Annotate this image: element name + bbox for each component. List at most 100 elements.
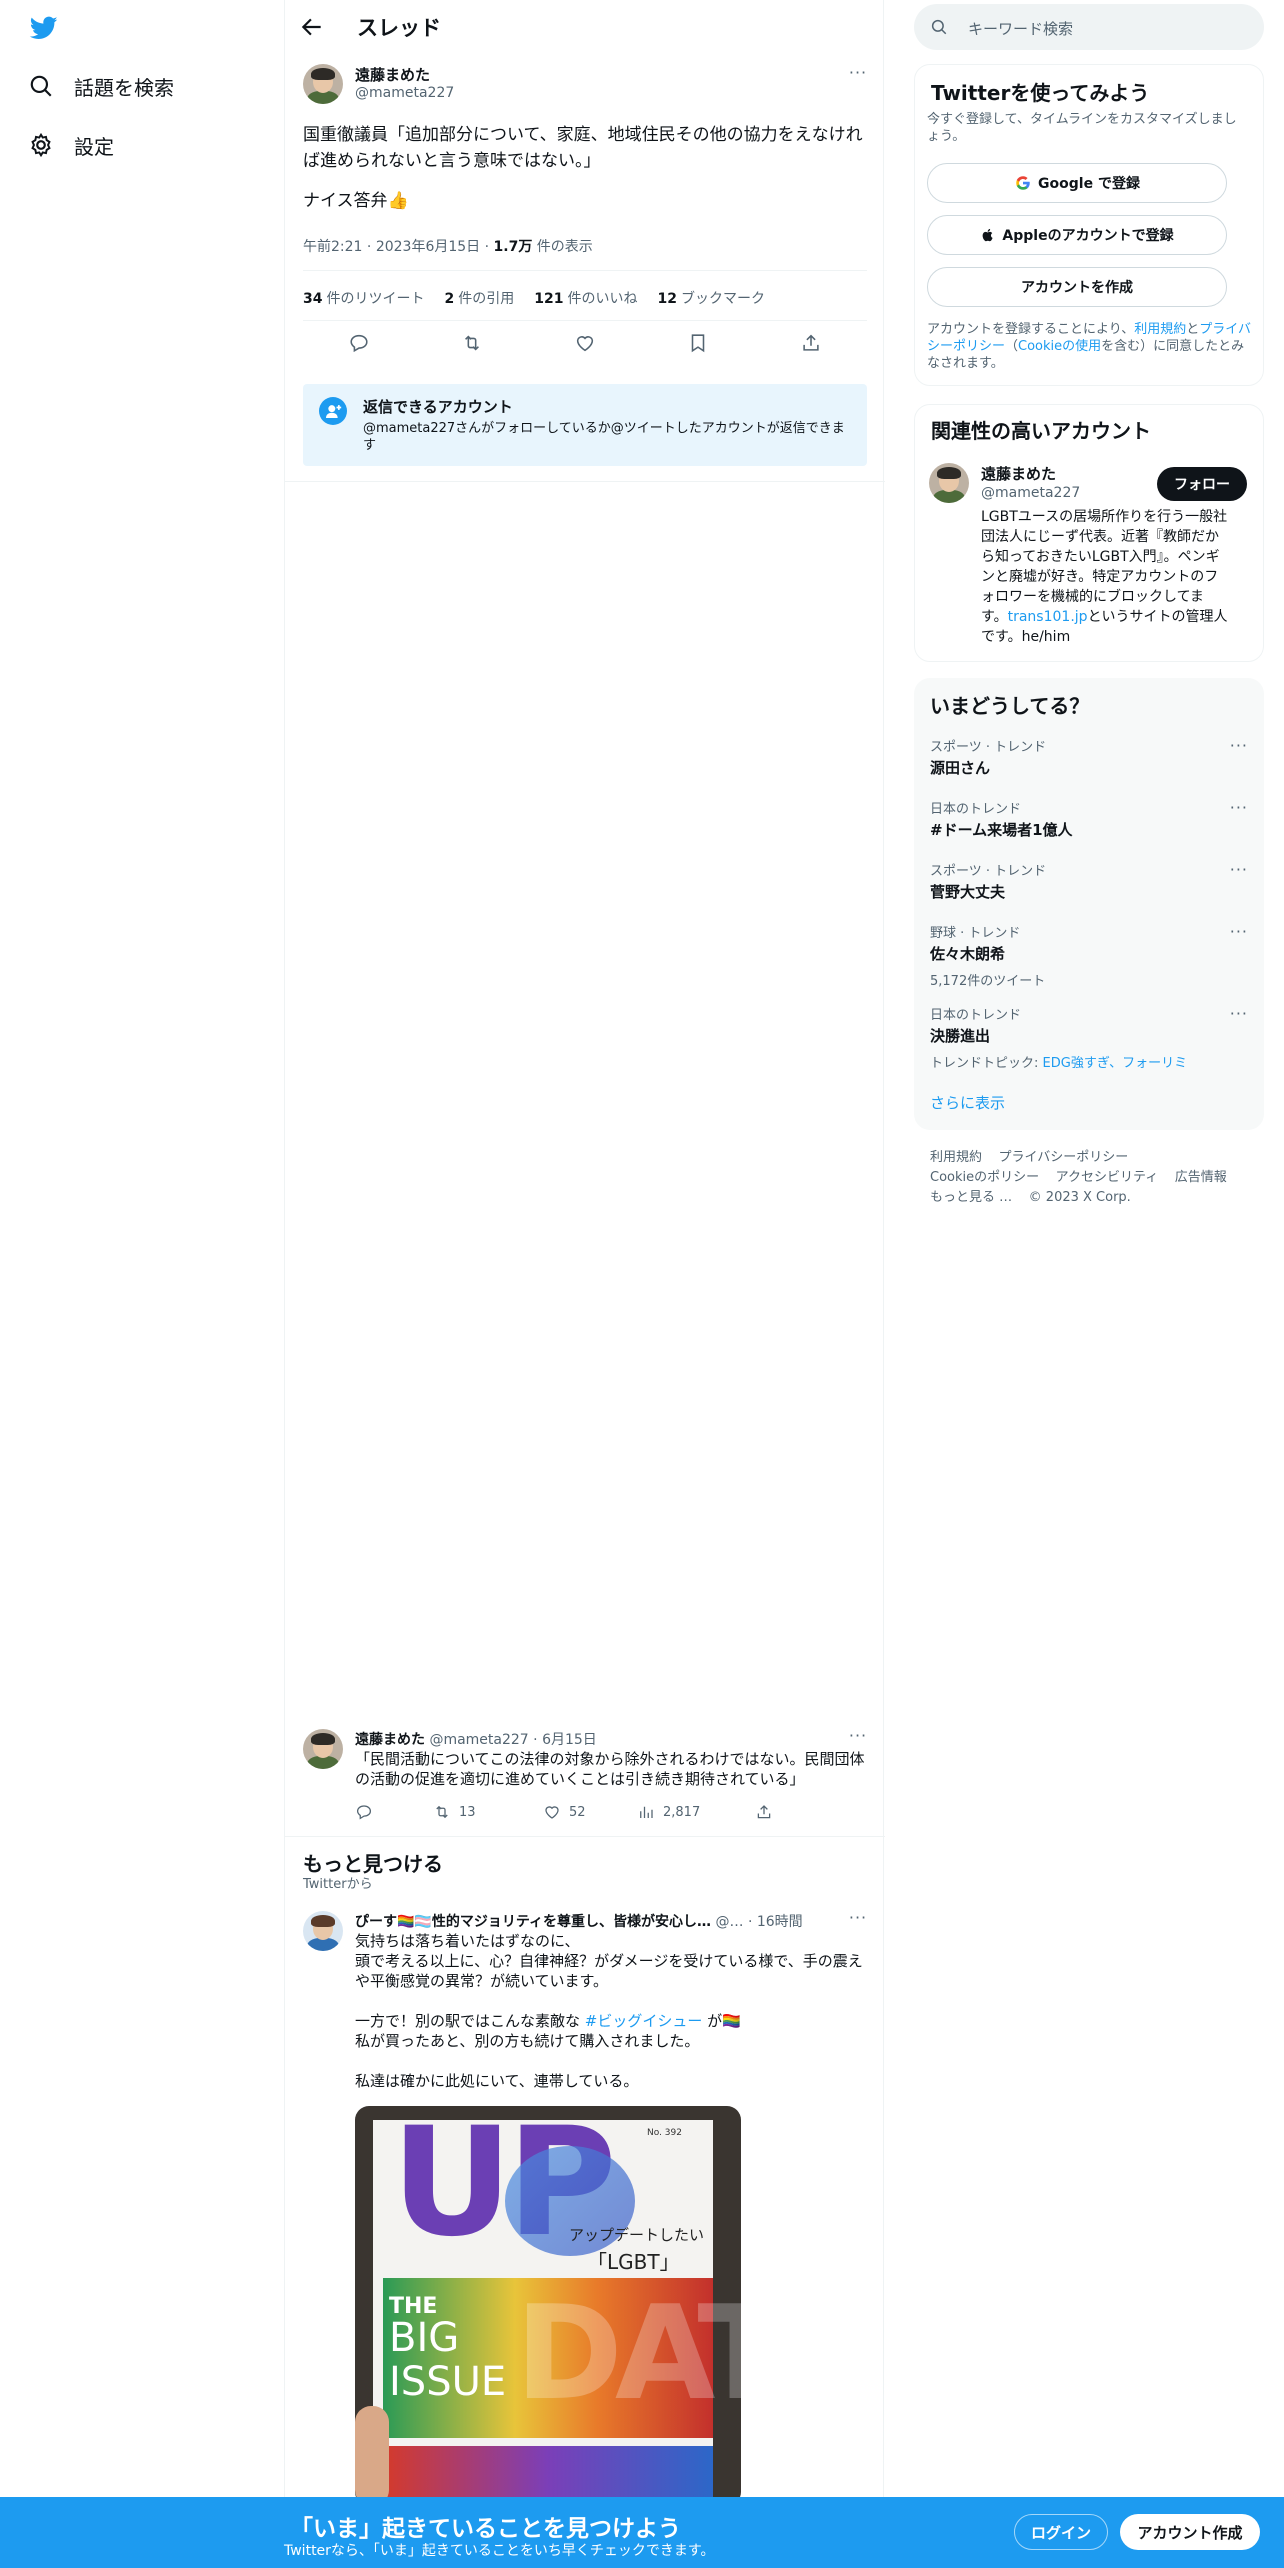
nav-settings-label: 設定 bbox=[74, 134, 114, 159]
views-count: 2,817 bbox=[663, 1804, 701, 1820]
more-options-icon[interactable]: ··· bbox=[1230, 860, 1248, 879]
hand-image bbox=[355, 2406, 389, 2506]
related-handle[interactable]: @mameta227 bbox=[981, 485, 1080, 501]
like-heart-icon bbox=[545, 1806, 559, 1819]
hashtag-link[interactable]: #ビッグイシュー bbox=[585, 2012, 703, 2030]
tweet-text-line: ナイス答弁👍 bbox=[303, 191, 409, 211]
tweet-text: 国重徹議員「追加部分について、家庭、地域住民その他の協力をえなけれ ば進められな… bbox=[303, 122, 873, 214]
bottom-bar-subtext: Twitterなら、「いま」起きていることをいち早くチェックできます。 bbox=[284, 2543, 715, 2559]
footer-privacy-link[interactable]: プライバシーポリシー bbox=[999, 1150, 1129, 1165]
apple-logo-icon bbox=[983, 228, 994, 242]
show-more-link[interactable]: さらに表示 bbox=[930, 1092, 1005, 1113]
google-logo-icon bbox=[1016, 176, 1030, 190]
reply-button[interactable] bbox=[355, 1803, 433, 1821]
bottom-signup-bar: 「いま」起きていることを見つけよう Twitterなら、「いま」起きていることを… bbox=[0, 2497, 1284, 2568]
nav-explore-label: 話題を検索 bbox=[74, 75, 174, 100]
magazine-heading2: 「LGBT」 bbox=[587, 2250, 680, 2274]
discover-author-name[interactable]: ぴーす🏳️‍🌈🏳️‍⚧️性的マジョリティを尊重し、皆様が安心し… bbox=[355, 1914, 711, 1930]
nav-settings[interactable]: 設定 bbox=[28, 125, 114, 165]
terms-link[interactable]: 利用規約 bbox=[1134, 322, 1186, 337]
parent-author-name[interactable]: 遠藤まめた bbox=[355, 1732, 425, 1748]
trend-topic-label: トレンドトピック: bbox=[930, 1056, 1043, 1071]
reply-icon[interactable] bbox=[348, 332, 370, 354]
quotes-stat[interactable]: 2 件の引用 bbox=[444, 288, 514, 308]
tweet-media-image[interactable]: No. 392 UP アップデートしたい 「LGBT」 THE BIG ISSU… bbox=[355, 2106, 741, 2506]
tweet-author-handle[interactable]: @mameta227 bbox=[355, 85, 454, 101]
thread-header: スレッド bbox=[285, 0, 885, 53]
footer-terms-link[interactable]: 利用規約 bbox=[930, 1150, 982, 1165]
more-options-icon[interactable]: ··· bbox=[847, 1728, 869, 1745]
footer-ads-link[interactable]: 広告情報 bbox=[1175, 1170, 1227, 1185]
share-button[interactable] bbox=[755, 1803, 773, 1821]
tweet-text-line: が🏳️‍🌈 bbox=[707, 2012, 741, 2030]
google-signup-button[interactable]: Google で登録 bbox=[927, 163, 1227, 203]
more-options-icon[interactable]: ··· bbox=[1230, 736, 1248, 755]
main-column: スレッド 遠藤まめた @mameta227 ··· 国重徹議員「追加部分について… bbox=[284, 0, 885, 2568]
footer-accessibility-link[interactable]: アクセシビリティ bbox=[1056, 1170, 1159, 1185]
avatar[interactable] bbox=[303, 1729, 343, 1769]
footer-cookie-link[interactable]: Cookieのポリシー bbox=[930, 1170, 1039, 1185]
back-arrow-icon[interactable] bbox=[299, 14, 325, 40]
user-add-icon bbox=[319, 397, 347, 425]
trend-category: スポーツ · トレンド bbox=[930, 740, 1047, 755]
related-bio: LGBTユースの居場所作りを行う一般社 団法人にじーず代表。近著『教師だか ら知… bbox=[981, 509, 1228, 645]
twitter-logo-icon[interactable] bbox=[28, 14, 60, 42]
more-options-icon[interactable]: ··· bbox=[1230, 1004, 1248, 1023]
retweet-button[interactable]: 13 bbox=[433, 1803, 543, 1821]
bio-link[interactable]: trans101.jp bbox=[1008, 609, 1088, 625]
more-options-icon[interactable]: ··· bbox=[1230, 798, 1248, 817]
bottom-bar-headline: 「いま」起きていることを見つけよう bbox=[290, 2516, 681, 2542]
like-heart-icon[interactable] bbox=[574, 332, 596, 354]
likes-stat[interactable]: 121 件のいいね bbox=[534, 288, 637, 308]
trend-item[interactable]: スポーツ · トレンド 源田さん ··· bbox=[930, 736, 1248, 778]
tweet-author-name[interactable]: 遠藤まめた bbox=[355, 64, 430, 85]
bookmark-icon[interactable] bbox=[687, 332, 709, 354]
related-name[interactable]: 遠藤まめた bbox=[981, 463, 1056, 484]
more-options-icon[interactable]: ··· bbox=[1230, 922, 1248, 941]
signup-button[interactable]: アカウント作成 bbox=[1120, 2514, 1260, 2550]
discover-tweet-time[interactable]: 16時間 bbox=[757, 1914, 803, 1930]
magazine-date-text: DATE bbox=[515, 2277, 741, 2429]
signup-card-title: Twitterを使ってみよう bbox=[931, 81, 1150, 105]
avatar[interactable] bbox=[929, 463, 969, 503]
tweet-date[interactable]: 2023年6月15日 bbox=[376, 239, 480, 255]
follow-button[interactable]: フォロー bbox=[1157, 467, 1247, 501]
parent-tweet-date[interactable]: 6月15日 bbox=[542, 1732, 597, 1748]
parent-author-handle[interactable]: @mameta227 bbox=[429, 1732, 528, 1748]
bookmarks-stat[interactable]: 12 ブックマーク bbox=[657, 288, 764, 308]
retweets-stat[interactable]: 34 件のリツイート bbox=[303, 288, 424, 308]
divider bbox=[285, 1836, 885, 1837]
cookie-link[interactable]: Cookieの使用 bbox=[1018, 339, 1101, 354]
discover-tweet-text: 気持ちは落ち着いたはずなのに、 頭で考える以上に、心？自律神経？がダメージを受け… bbox=[355, 1931, 875, 2091]
apple-signup-button[interactable]: Appleのアカウントで登録 bbox=[927, 215, 1227, 255]
more-options-icon[interactable]: ··· bbox=[847, 1910, 869, 1927]
tweet-time[interactable]: 午前2:21 bbox=[303, 239, 362, 255]
retweet-icon[interactable] bbox=[461, 332, 483, 354]
discover-author-handle[interactable]: @… bbox=[715, 1914, 743, 1930]
trend-item[interactable]: スポーツ · トレンド 菅野大丈夫 ··· bbox=[930, 860, 1248, 902]
trend-topic-link[interactable]: EDG強すぎ、フォーリミ bbox=[1043, 1056, 1188, 1071]
trend-item[interactable]: 日本のトレンド 決勝進出 トレンドトピック: EDG強すぎ、フォーリミ ··· bbox=[930, 1004, 1248, 1071]
nav-explore[interactable]: 話題を検索 bbox=[28, 66, 174, 106]
footer-copyright: © 2023 X Corp. bbox=[1028, 1190, 1131, 1205]
signup-card-desc: 今すぐ登録して、タイムラインをカスタマイズしましょう。 bbox=[927, 112, 1237, 144]
create-account-label: アカウントを作成 bbox=[1021, 280, 1133, 296]
like-button[interactable]: 52 bbox=[543, 1803, 637, 1821]
divider bbox=[303, 270, 867, 271]
footer-more-link[interactable]: もっと見る … bbox=[930, 1190, 1012, 1205]
views-button[interactable]: 2,817 bbox=[637, 1803, 755, 1821]
search-input[interactable]: キーワード検索 bbox=[914, 4, 1264, 50]
trend-category: 日本のトレンド bbox=[930, 802, 1022, 817]
trend-item[interactable]: 日本のトレンド #ドーム来場者1億人 ··· bbox=[930, 798, 1248, 840]
tweet-text-line: ば進められないと言う意味ではない。」 bbox=[303, 151, 601, 171]
login-button[interactable]: ログイン bbox=[1014, 2514, 1108, 2550]
avatar[interactable] bbox=[303, 1911, 343, 1951]
more-options-icon[interactable]: ··· bbox=[847, 65, 869, 82]
trend-item[interactable]: 野球 · トレンド 佐々木朗希 5,172件のツイート ··· bbox=[930, 922, 1248, 989]
trend-tweet-count: 5,172件のツイート bbox=[930, 974, 1046, 989]
share-icon[interactable] bbox=[800, 332, 822, 354]
magazine-big: BIG bbox=[389, 2315, 460, 2361]
apple-signup-label: Appleのアカウントで登録 bbox=[1002, 228, 1174, 244]
avatar[interactable] bbox=[303, 64, 343, 104]
create-account-button[interactable]: アカウントを作成 bbox=[927, 267, 1227, 307]
